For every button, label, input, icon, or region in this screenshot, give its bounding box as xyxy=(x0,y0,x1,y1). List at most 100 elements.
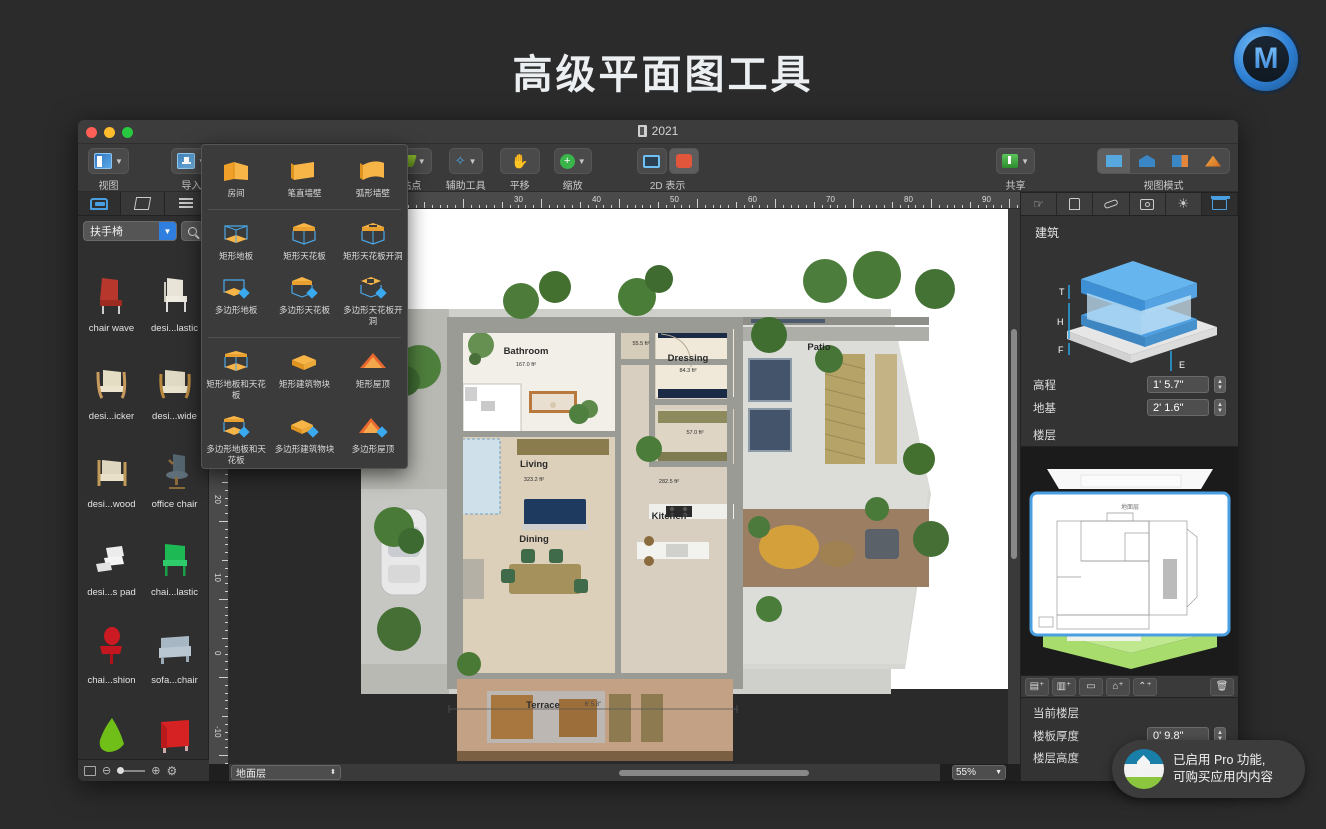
floor-preview[interactable]: 地面层 xyxy=(1021,446,1238,676)
floors-label: 楼层 xyxy=(1033,430,1056,442)
viewmode-section-button[interactable] xyxy=(1164,149,1196,173)
layer-select[interactable]: 地面层 ⬍ xyxy=(231,765,341,780)
list-item[interactable]: office chair xyxy=(143,426,206,514)
settings-icon[interactable]: ⚙ xyxy=(166,764,177,778)
toolbar-group-zoom[interactable]: + ▼ 缩放 xyxy=(553,148,592,192)
toolbar-group-share[interactable]: ▼ 共享 xyxy=(996,148,1035,192)
image-icon[interactable] xyxy=(84,765,96,776)
viewmode-floorplan-button[interactable] xyxy=(1098,149,1130,173)
tools-button[interactable]: ✧ ▼ xyxy=(448,148,483,174)
tab-paint-tool[interactable] xyxy=(1057,193,1094,215)
list-item[interactable]: chai...shion xyxy=(80,602,143,690)
add-roof-button[interactable]: ⌂⁺ xyxy=(1106,677,1130,696)
floor-button[interactable]: ▭ xyxy=(1079,677,1103,696)
item-thumbnail xyxy=(86,620,138,672)
scroll-thumb[interactable] xyxy=(1011,329,1017,559)
size-slider[interactable] xyxy=(117,766,146,774)
floor-toolbar[interactable]: ▤⁺ ▥⁺ ▭ ⌂⁺ ⌃⁺ 🗑 xyxy=(1021,676,1238,698)
menu-item-straight-wall[interactable]: 笔直墙壁 xyxy=(270,151,338,205)
add-floor-button[interactable]: ▤⁺ xyxy=(1025,677,1049,696)
menu-item-rect-roof[interactable]: 矩形屋顶 xyxy=(339,342,407,407)
list-item[interactable]: desi...s pad xyxy=(80,514,143,602)
tab-building-tool[interactable] xyxy=(1201,193,1238,215)
list-item[interactable]: desi...lastic xyxy=(143,250,206,338)
menu-item-poly-floor[interactable]: 多边形地板 xyxy=(202,268,270,333)
menu-item-poly-floor-ceiling[interactable]: 多边形地板和天花板 xyxy=(202,407,270,472)
foundation-input[interactable]: 2' 1.6" xyxy=(1147,399,1209,416)
list-item[interactable]: desi...wide xyxy=(143,338,206,426)
menu-label: 矩形屋顶 xyxy=(355,379,390,389)
zoom-in-icon[interactable]: ⊕ xyxy=(151,764,160,777)
delete-floor-button[interactable]: 🗑 xyxy=(1210,677,1234,696)
menu-item-poly-roof[interactable]: 多边形屋顶 xyxy=(339,407,407,472)
menu-item-rect-ceiling-hole[interactable]: 矩形天花板开洞 xyxy=(339,214,407,268)
list-item[interactable]: desi...wood xyxy=(80,426,143,514)
tab-pencil-tool[interactable] xyxy=(1093,193,1130,215)
zoom-button[interactable]: + ▼ xyxy=(553,148,592,174)
pro-banner[interactable]: 已启用 Pro 功能, 可购买应用内内容 xyxy=(1112,740,1305,798)
tab-materials[interactable] xyxy=(121,192,165,215)
menu-item-poly-ceiling[interactable]: 多边形天花板 xyxy=(270,268,338,333)
room-label: Patio xyxy=(807,342,830,353)
diagram-label: E xyxy=(1179,360,1185,370)
item-label: chai...shion xyxy=(87,675,136,686)
list-item[interactable]: chair wave xyxy=(80,250,143,338)
menu-item-rect-block[interactable]: 矩形建筑物块 xyxy=(270,342,338,407)
build-menu-popup[interactable]: 房间 笔直墙壁 弧形墙壁 矩形地板 矩形天花板 矩形天花板开洞 多边形地板 多边… xyxy=(201,144,408,469)
toolbar-group-view[interactable]: ▼ 视图 xyxy=(88,148,129,192)
menu-item-curved-wall[interactable]: 弧形墙壁 xyxy=(339,151,407,205)
zoom-select[interactable]: 55% ▼ xyxy=(952,765,1006,780)
menu-item-poly-ceiling-hole[interactable]: 多边形天花板开洞 xyxy=(339,268,407,333)
menu-divider xyxy=(208,209,401,210)
tab-sun-tool[interactable]: ☀ xyxy=(1165,193,1202,215)
menu-item-rect-floor[interactable]: 矩形地板 xyxy=(202,214,270,268)
render-3d-button[interactable] xyxy=(668,148,699,174)
foundation-stepper[interactable]: ▲ ▼ xyxy=(1214,399,1226,416)
viewmode-perspective-button[interactable] xyxy=(1197,149,1229,173)
room-label: Dining xyxy=(519,534,549,545)
list-item[interactable]: desi...icker xyxy=(80,338,143,426)
inspector-tabs[interactable]: ☞ ☀ xyxy=(1021,192,1238,216)
field-current-floor: 当前楼层 xyxy=(1021,698,1238,724)
ruler-mark: -10 xyxy=(213,726,222,738)
menu-item-rect-ceiling[interactable]: 矩形天花板 xyxy=(270,214,338,268)
pan-button[interactable]: ✋ xyxy=(499,148,540,174)
list-item[interactable]: Theba xyxy=(143,690,206,770)
preview-caption: 地面层 xyxy=(1121,503,1139,511)
elevation-stepper[interactable]: ▲ ▼ xyxy=(1214,376,1226,393)
view-button[interactable]: ▼ xyxy=(88,148,129,174)
tab-camera-tool[interactable] xyxy=(1129,193,1166,215)
plan-2d-button[interactable] xyxy=(636,148,667,174)
floorplan-mode-icon xyxy=(1106,155,1122,167)
menu-item-room[interactable]: 房间 xyxy=(202,151,270,205)
canvas-vscrollbar[interactable] xyxy=(1008,209,1020,764)
menu-label: 矩形地板 xyxy=(219,251,254,261)
list-item[interactable]: Puff xyxy=(80,690,143,770)
room-area: 55.5 ft² xyxy=(632,341,649,347)
tab-furniture[interactable] xyxy=(78,192,122,215)
search-button[interactable] xyxy=(181,221,203,241)
library-panel: 扶手椅 ▼ chair wave desi...lastic desi...ic… xyxy=(78,192,209,781)
field-foundation[interactable]: 地基 2' 1.6" ▲ ▼ xyxy=(1021,396,1238,419)
duplicate-floor-button[interactable]: ▥⁺ xyxy=(1052,677,1076,696)
field-elevation[interactable]: 高程 1' 5.7" ▲ ▼ xyxy=(1021,373,1238,396)
toolbar-group-pan[interactable]: ✋ 平移 xyxy=(499,148,540,192)
elevation-input[interactable]: 1' 5.7" xyxy=(1147,376,1209,393)
toolbar-group-display[interactable]: 2D 表示 xyxy=(636,148,699,192)
share-button[interactable]: ▼ xyxy=(996,148,1035,174)
tab-select-tool[interactable]: ☞ xyxy=(1021,193,1058,215)
add-gable-button[interactable]: ⌃⁺ xyxy=(1133,677,1157,696)
toolbar-group-viewmode[interactable]: 视图模式 xyxy=(1097,148,1230,192)
list-item[interactable]: sofa...chair xyxy=(143,602,206,690)
category-select[interactable]: 扶手椅 ▼ xyxy=(83,221,177,241)
list-item[interactable]: chai...lastic xyxy=(143,514,206,602)
menu-item-poly-block[interactable]: 多边形建筑物块 xyxy=(270,407,338,472)
menu-item-rect-floor-ceiling[interactable]: 矩形地板和天花板 xyxy=(202,342,270,407)
rect-floor-ceiling-icon xyxy=(219,349,253,375)
library-tabs[interactable] xyxy=(78,192,208,216)
zoom-out-icon[interactable]: ⊖ xyxy=(102,764,111,777)
scroll-thumb[interactable] xyxy=(619,769,809,776)
viewmode-elevation-button[interactable] xyxy=(1131,149,1163,173)
file-icon xyxy=(637,125,647,137)
toolbar-group-tools[interactable]: ✧ ▼ 辅助工具 xyxy=(446,148,486,192)
